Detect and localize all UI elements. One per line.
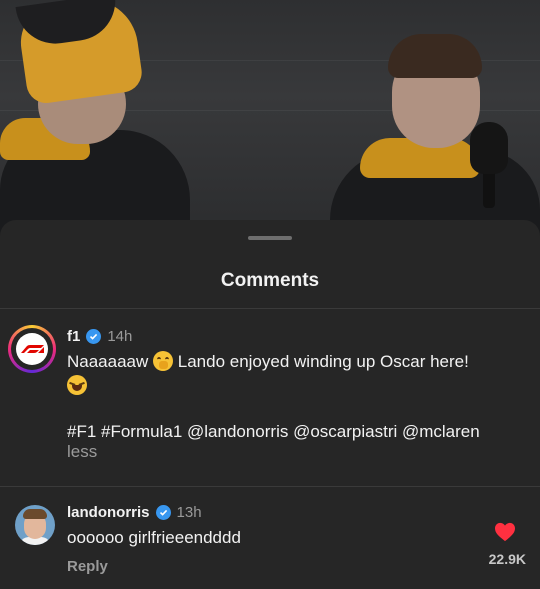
comment-hashtags[interactable]: #F1 #Formula1 @landonorris @oscarpiastri…	[67, 420, 527, 444]
verified-badge-icon	[86, 329, 102, 344]
like-count: 22.9K	[488, 551, 526, 567]
f1-logo-icon	[16, 333, 48, 365]
comment-header: landonorris 13h	[67, 504, 202, 521]
comment-username[interactable]: landonorris	[67, 504, 150, 521]
comments-sheet: Comments f1 14h Naaaaaaw Lando enjoyed w…	[0, 220, 540, 589]
comment-time: 13h	[176, 504, 202, 521]
f1-avatar[interactable]	[8, 325, 56, 373]
comment-text-part2: Lando enjoyed winding up Oscar here!	[177, 352, 469, 371]
header-divider	[0, 308, 540, 309]
comment-text: Naaaaaaw Lando enjoyed winding up Oscar …	[67, 350, 507, 398]
video-background[interactable]	[0, 0, 540, 240]
microphone-handle	[483, 168, 495, 208]
avatar-hair	[23, 509, 47, 519]
comment-text-part1: Naaaaaaw	[67, 352, 149, 371]
comment-text: oooooo girlfrieeendddd	[67, 528, 241, 547]
heart-icon[interactable]	[494, 522, 516, 542]
shushing-face-emoji-icon	[153, 351, 174, 371]
landonorris-avatar[interactable]	[15, 505, 55, 545]
laughing-face-emoji-icon	[67, 375, 87, 395]
sheet-drag-handle[interactable]	[248, 236, 292, 240]
reply-button[interactable]: Reply	[67, 558, 108, 575]
show-less-toggle[interactable]: less	[67, 442, 97, 462]
comment-header: f1 14h	[67, 328, 132, 345]
driver-right-hair	[388, 34, 482, 78]
verified-badge-icon	[155, 505, 171, 520]
comment-time: 14h	[107, 328, 133, 345]
avatar-ring-inner	[11, 328, 53, 370]
comment-username[interactable]: f1	[67, 328, 80, 345]
microphone	[470, 122, 508, 174]
sheet-title: Comments	[220, 270, 320, 291]
comment-divider	[0, 486, 540, 487]
